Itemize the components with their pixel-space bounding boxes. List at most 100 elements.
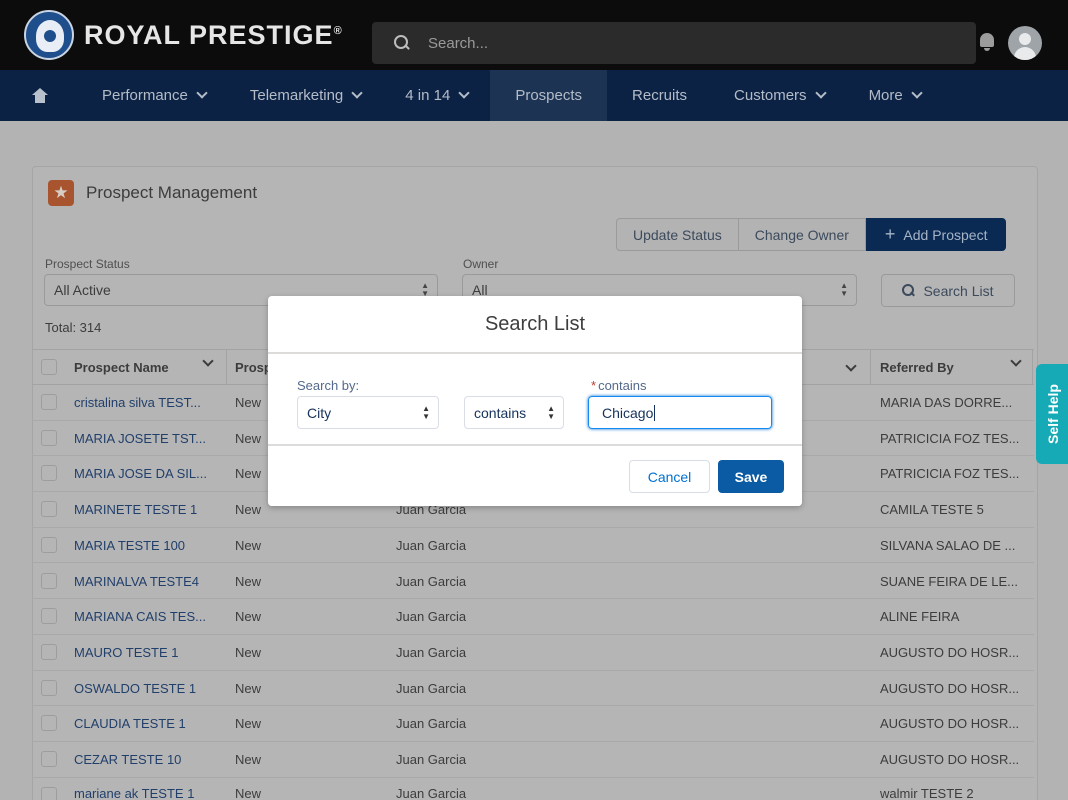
row-checkbox[interactable] xyxy=(41,536,57,553)
search-by-value: City xyxy=(307,404,332,421)
home-icon xyxy=(32,87,48,104)
brand-logo[interactable]: ROYAL PRESTIGE® xyxy=(24,10,364,60)
prospect-name-link[interactable]: MARINALVA TESTE4 xyxy=(74,564,199,599)
referred-by: ALINE FEIRA xyxy=(880,609,960,625)
prospect-name-link[interactable]: MARINETE TESTE 1 xyxy=(74,492,197,527)
nav-home[interactable] xyxy=(0,70,80,121)
notifications-bell-icon[interactable] xyxy=(978,32,998,52)
chevron-down-icon xyxy=(1010,355,1022,367)
nav-item-telemarketing[interactable]: Telemarketing xyxy=(228,70,383,121)
referred-by: PATRICICIA FOZ TES... xyxy=(880,466,1020,482)
prospect-status: New xyxy=(235,752,262,767)
table-row[interactable]: MAURO TESTE 1 New Juan Garcia AUGUSTO DO… xyxy=(32,635,1034,671)
modal-header: Search List xyxy=(268,296,802,354)
prospect-owner: Juan Garcia xyxy=(396,537,467,553)
add-prospect-button[interactable]: + Add Prospect xyxy=(865,218,1007,251)
prospect-status: New xyxy=(235,430,262,446)
table-row[interactable]: mariane ak TESTE 1 New Juan Garcia walmi… xyxy=(32,778,1034,800)
select-arrows-icon: ▲ ▼ xyxy=(547,404,555,421)
prospect-status: New xyxy=(235,395,262,410)
self-help-tab[interactable]: Self Help xyxy=(1036,364,1068,464)
row-checkbox[interactable] xyxy=(41,679,57,696)
prospect-status: New xyxy=(235,680,262,696)
prospect-name-link[interactable]: MARIA TESTE 100 xyxy=(74,528,185,563)
row-checkbox[interactable] xyxy=(41,751,57,767)
action-button-group: Update Status Change Owner + Add Prospec… xyxy=(616,218,1007,251)
user-avatar[interactable] xyxy=(1008,26,1042,60)
prospect-status: New xyxy=(235,466,262,482)
referred-by: walmir TESTE 2 xyxy=(880,786,974,800)
chevron-down-icon[interactable] xyxy=(845,360,857,372)
referred-by: CAMILA TESTE 5 xyxy=(880,502,984,518)
prospect-name-link[interactable]: cristalina silva TEST... xyxy=(74,385,201,420)
prospect-owner: Juan Garcia xyxy=(396,680,467,696)
row-checkbox[interactable] xyxy=(41,643,57,660)
nav-label: Customers xyxy=(734,87,807,104)
prospect-name-link[interactable]: MARIA JOSE DA SIL... xyxy=(74,456,207,491)
nav-item-prospects[interactable]: Prospects xyxy=(490,70,608,121)
nav-label: More xyxy=(868,87,903,104)
column-referred-by[interactable]: Referred By xyxy=(880,350,1034,384)
row-checkbox[interactable] xyxy=(41,608,57,625)
update-status-button[interactable]: Update Status xyxy=(616,218,739,251)
search-list-label: Search List xyxy=(923,282,994,299)
prospect-owner: Juan Garcia xyxy=(396,644,467,660)
modal-title: Search List xyxy=(484,312,586,335)
row-checkbox[interactable] xyxy=(41,501,57,518)
row-checkbox[interactable] xyxy=(41,786,57,800)
table-row[interactable]: CEZAR TESTE 10 New Juan Garcia AUGUSTO D… xyxy=(32,742,1034,778)
change-owner-button[interactable]: Change Owner xyxy=(738,218,866,251)
nav-item-performance[interactable]: Performance xyxy=(80,70,228,121)
row-checkbox[interactable] xyxy=(41,465,57,482)
search-list-modal: Search List Search by: City ▲ ▼ contains … xyxy=(268,296,802,506)
operator-value: contains xyxy=(474,404,527,421)
row-checkbox[interactable] xyxy=(41,394,57,410)
nav-item-4in14[interactable]: 4 in 14 xyxy=(383,70,490,121)
select-all-checkbox[interactable] xyxy=(41,359,57,375)
nav-item-recruits[interactable]: Recruits xyxy=(607,70,712,121)
cancel-button[interactable]: Cancel xyxy=(629,460,710,493)
chevron-down-icon xyxy=(458,87,470,99)
prospect-name-link[interactable]: CLAUDIA TESTE 1 xyxy=(74,706,186,741)
save-button[interactable]: Save xyxy=(718,460,784,493)
prospect-name-link[interactable]: MARIANA CAIS TES... xyxy=(74,599,206,634)
column-prospect-name[interactable]: Prospect Name xyxy=(74,350,226,384)
prospect-name-link[interactable]: MAURO TESTE 1 xyxy=(74,635,179,670)
prospect-status: New xyxy=(235,786,262,800)
prospect-name-link[interactable]: OSWALDO TESTE 1 xyxy=(74,671,196,706)
prospect-name-link[interactable]: MARIA JOSETE TST... xyxy=(74,421,206,456)
required-asterisk: * xyxy=(591,378,597,393)
row-checkbox[interactable] xyxy=(41,715,57,732)
global-search-input[interactable]: Search... xyxy=(372,22,976,64)
prospect-name-link[interactable]: mariane ak TESTE 1 xyxy=(74,778,194,800)
referred-by: AUGUSTO DO HOSR... xyxy=(880,716,1020,732)
column-divider xyxy=(226,350,227,384)
prospect-owner: Juan Garcia xyxy=(396,716,467,732)
prospect-owner: Juan Garcia xyxy=(396,752,467,767)
nav-label: Prospects xyxy=(515,87,583,104)
select-arrows-icon: ▲ ▼ xyxy=(840,281,848,298)
referred-by: SILVANA SALAO DE ... xyxy=(880,537,1016,553)
table-row[interactable]: MARIA TESTE 100 New Juan Garcia SILVANA … xyxy=(32,528,1034,564)
row-checkbox[interactable] xyxy=(41,429,57,446)
prospect-name-link[interactable]: CEZAR TESTE 10 xyxy=(74,742,181,777)
nav-item-more[interactable]: More xyxy=(847,70,943,121)
nav-item-customers[interactable]: Customers xyxy=(712,70,847,121)
nav-label: Performance xyxy=(102,87,188,104)
search-value-input[interactable]: Chicago xyxy=(588,396,772,429)
table-row[interactable]: MARINALVA TESTE4 New Juan Garcia SUANE F… xyxy=(32,564,1034,600)
table-row[interactable]: OSWALDO TESTE 1 New Juan Garcia AUGUSTO … xyxy=(32,671,1034,707)
lion-logo-icon xyxy=(24,10,74,60)
search-list-button[interactable]: Search List xyxy=(881,274,1015,307)
search-by-select[interactable]: City ▲ ▼ xyxy=(297,396,439,429)
search-by-label: Search by: xyxy=(297,378,360,393)
chevron-down-icon xyxy=(196,87,208,99)
table-row[interactable]: MARIANA CAIS TES... New Juan Garcia ALIN… xyxy=(32,599,1034,635)
prospect-owner: Juan Garcia xyxy=(396,573,467,589)
row-checkbox[interactable] xyxy=(41,572,57,589)
referred-by: SUANE FEIRA DE LE... xyxy=(880,573,1018,589)
operator-select[interactable]: contains ▲ ▼ xyxy=(464,396,564,429)
chevron-down-icon xyxy=(202,355,214,367)
table-row[interactable]: CLAUDIA TESTE 1 New Juan Garcia AUGUSTO … xyxy=(32,706,1034,742)
prospect-status: New xyxy=(235,716,262,732)
